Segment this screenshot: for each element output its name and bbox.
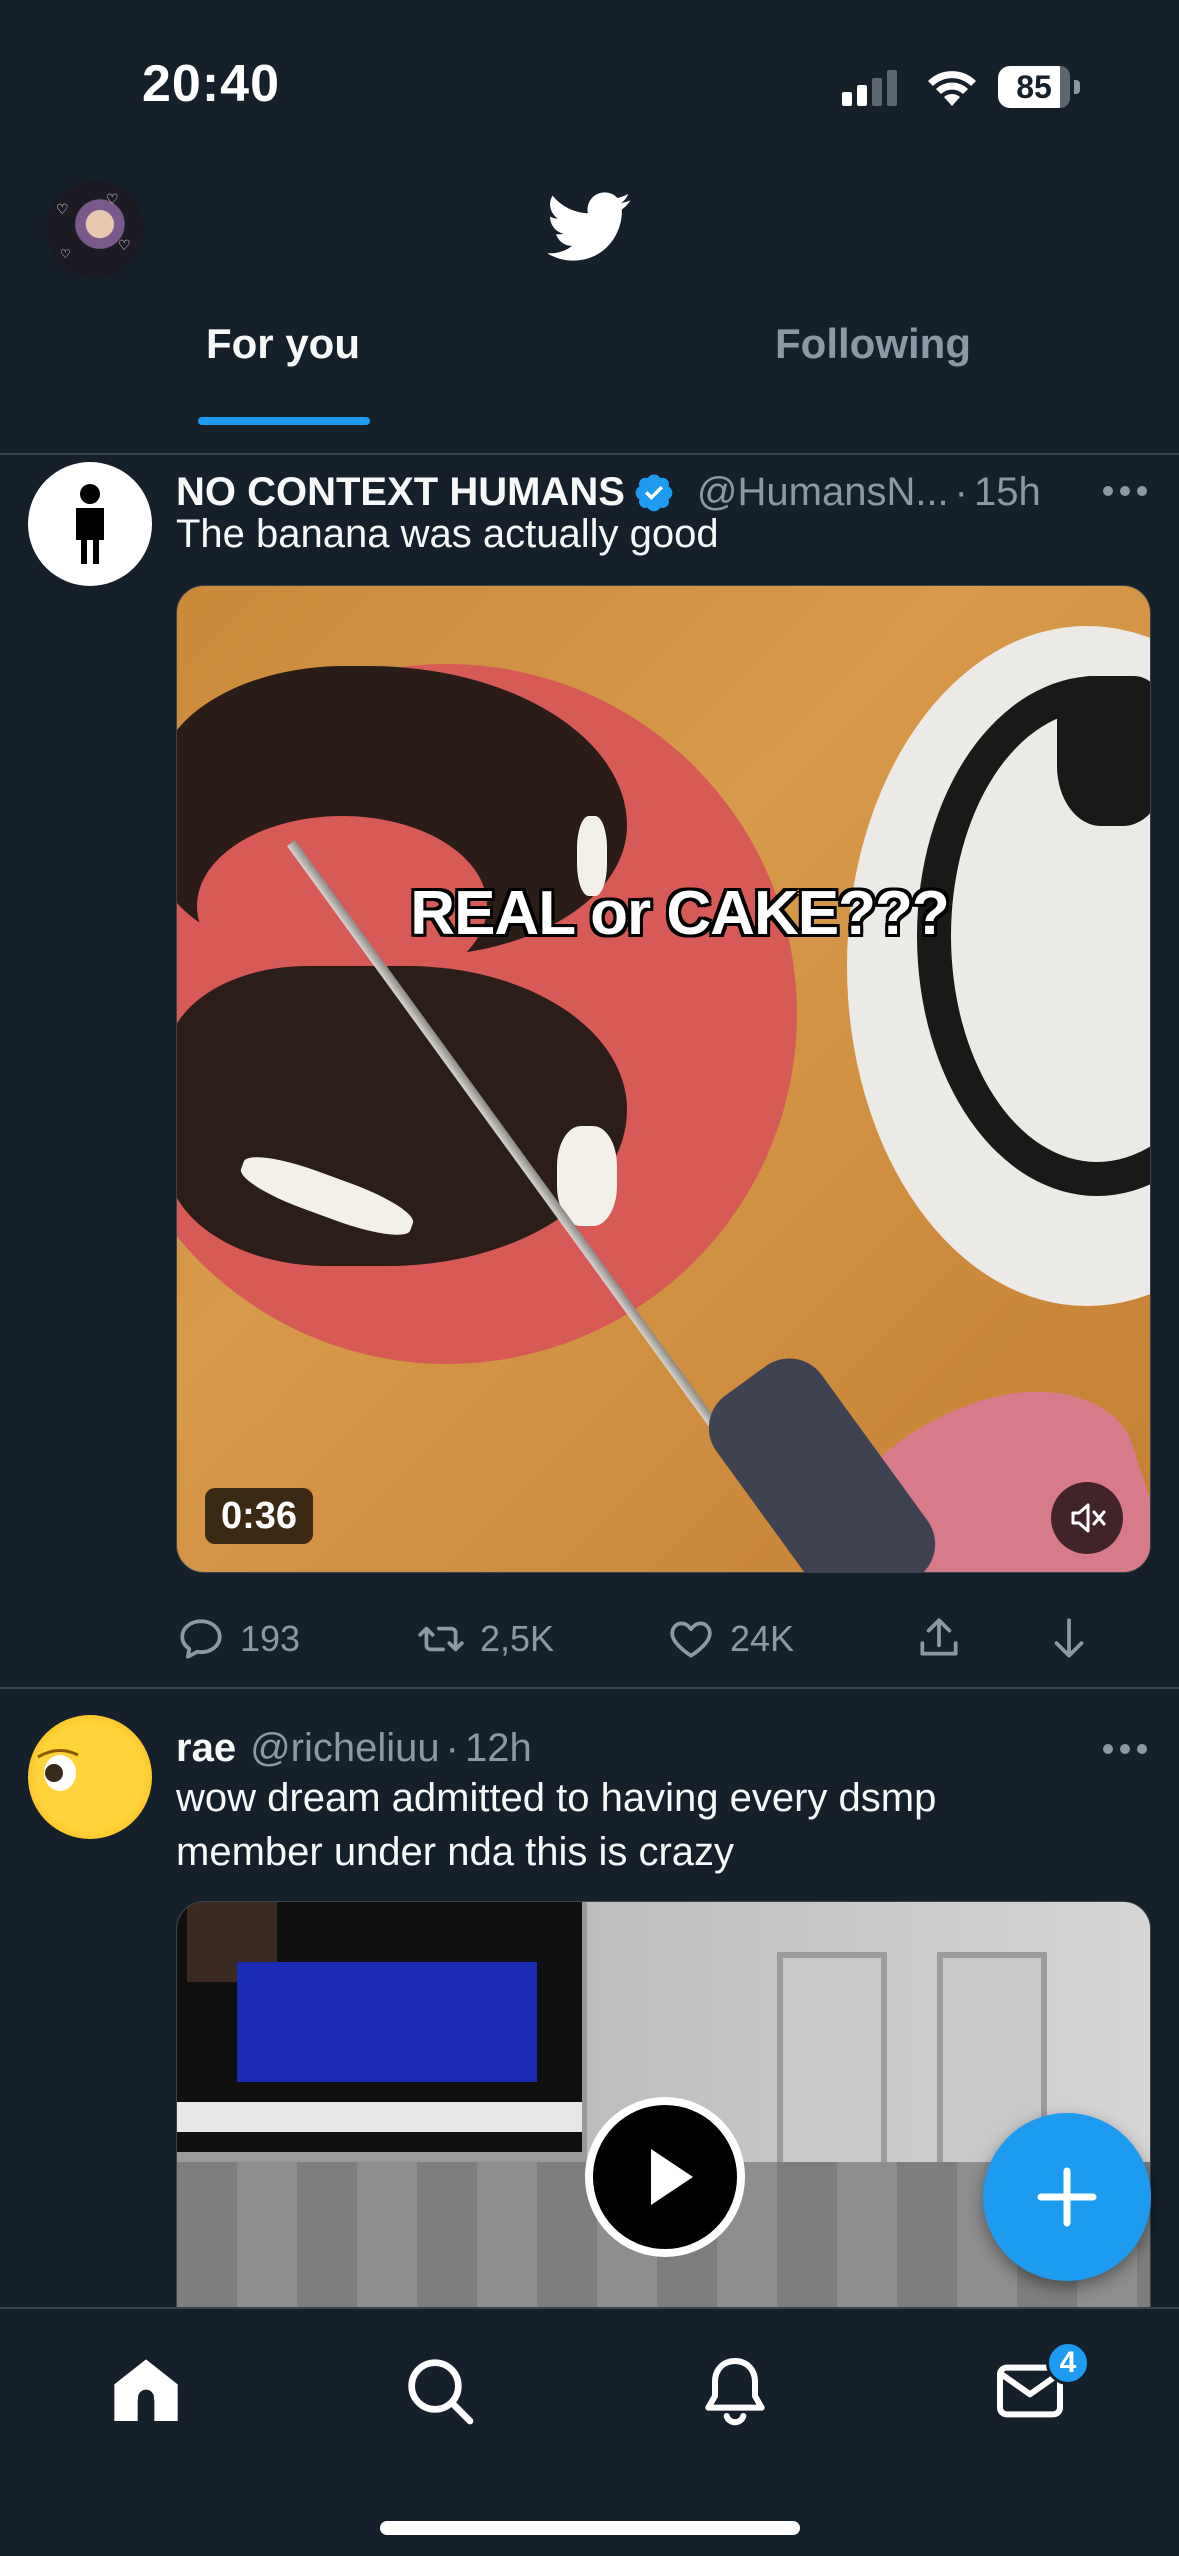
retweet-count: 2,5K xyxy=(480,1618,555,1659)
plus-icon xyxy=(1037,2167,1097,2227)
tweet-video[interactable]: REAL or CAKE??? 0:36 xyxy=(176,585,1151,1573)
video-frame-cream xyxy=(557,1126,617,1226)
separator-dot: · xyxy=(445,1725,459,1770)
video-duration-badge: 0:36 xyxy=(205,1488,314,1544)
play-button[interactable] xyxy=(585,2097,745,2257)
profile-avatar[interactable]: ♡ ♡ ♡ ♡ xyxy=(46,180,144,278)
side-eye-emoji-icon xyxy=(37,1749,79,1791)
play-icon xyxy=(651,2149,693,2205)
like-count: 24K xyxy=(730,1618,795,1659)
tab-following[interactable]: Following xyxy=(590,320,1156,410)
wifi-icon xyxy=(928,71,976,106)
reply-icon xyxy=(180,1619,222,1659)
video-frame-stream-panel xyxy=(177,1902,582,2152)
tweet-author-avatar[interactable] xyxy=(28,1715,152,1839)
messages-badge: 4 xyxy=(1046,2341,1090,2385)
tweet-text: wow dream admitted to having every dsmp … xyxy=(176,1776,937,1874)
reply-count: 193 xyxy=(240,1618,301,1659)
search-icon[interactable] xyxy=(400,2351,480,2431)
bottom-navigation: 4 xyxy=(0,2307,1179,2556)
video-frame-browser-bar xyxy=(177,2102,582,2132)
svg-text:♡: ♡ xyxy=(56,202,69,218)
bell-icon[interactable] xyxy=(695,2351,775,2431)
tweet-text: The banana was actually good xyxy=(176,512,719,556)
like-button[interactable]: 24K xyxy=(666,1609,794,1669)
download-arrow-icon xyxy=(1054,1618,1084,1658)
home-indicator xyxy=(380,2521,800,2535)
share-button[interactable] xyxy=(914,1609,978,1669)
cellular-signal-icon xyxy=(842,70,897,106)
battery-empty-fill xyxy=(1060,66,1070,108)
retweet-icon xyxy=(418,1626,464,1652)
tweet-author-handle[interactable]: @richeliuu xyxy=(250,1726,440,1771)
status-bar: 20:40 85 xyxy=(0,0,1179,170)
more-options-icon[interactable] xyxy=(1100,483,1150,499)
person-silhouette-icon xyxy=(76,484,104,564)
battery-indicator: 85 xyxy=(998,66,1080,108)
timeline-feed: NO CONTEXT HUMANS @HumansN... · 15h The … xyxy=(0,457,1179,2307)
video-frame-document xyxy=(237,1962,537,2082)
tweet-timestamp: 12h xyxy=(464,1725,532,1770)
reply-button[interactable]: 193 xyxy=(176,1609,300,1669)
svg-text:♡: ♡ xyxy=(60,247,71,261)
tweet-actions: 193 2,5K 24K xyxy=(176,1609,1136,1669)
active-tab-indicator xyxy=(198,417,370,425)
retweet-button[interactable]: 2,5K xyxy=(416,1609,554,1669)
tweet-author-avatar[interactable] xyxy=(28,462,152,586)
more-options-icon[interactable] xyxy=(1100,1741,1150,1757)
home-icon[interactable] xyxy=(106,2351,186,2431)
compose-tweet-button[interactable] xyxy=(983,2113,1151,2281)
mute-button[interactable] xyxy=(1051,1482,1123,1554)
twitter-bird-icon[interactable] xyxy=(548,192,632,262)
tweet-author-name[interactable]: rae xyxy=(176,1726,236,1771)
share-icon xyxy=(920,1618,958,1656)
download-button[interactable] xyxy=(1044,1609,1108,1669)
battery-cap xyxy=(1074,80,1080,94)
video-frame-knob xyxy=(1057,676,1150,826)
tweet[interactable]: NO CONTEXT HUMANS @HumansN... · 15h The … xyxy=(0,457,1179,1689)
tab-for-you[interactable]: For you xyxy=(0,320,566,410)
top-header: ♡ ♡ ♡ ♡ For you Following xyxy=(0,170,1179,455)
speaker-muted-icon xyxy=(1071,1503,1106,1533)
video-caption-overlay: REAL or CAKE??? xyxy=(410,879,949,948)
status-time: 20:40 xyxy=(142,55,280,113)
svg-text:♡: ♡ xyxy=(118,238,131,254)
svg-text:♡: ♡ xyxy=(106,192,119,208)
heart-icon xyxy=(670,1621,712,1658)
